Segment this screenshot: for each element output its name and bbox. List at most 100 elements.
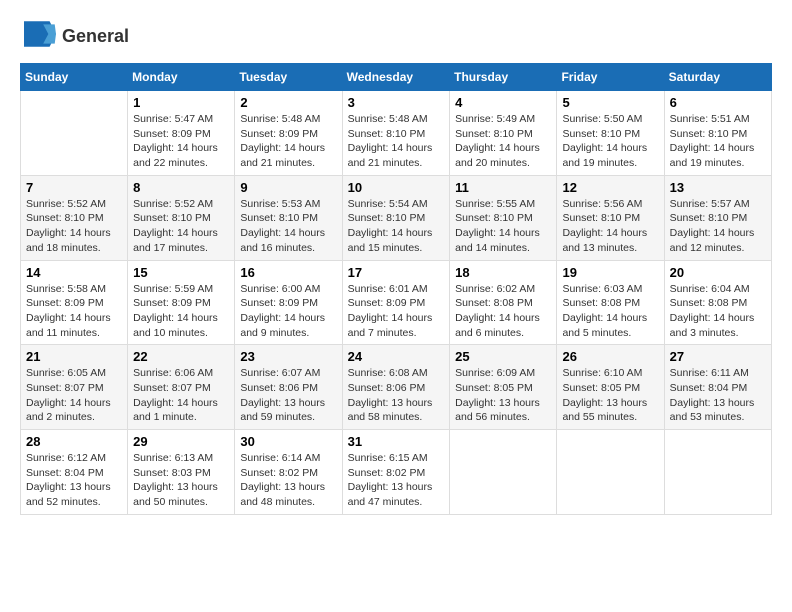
day-number: 1: [133, 95, 229, 110]
day-info: Sunrise: 6:14 AMSunset: 8:02 PMDaylight:…: [240, 451, 336, 510]
day-number: 26: [562, 349, 658, 364]
header-cell-monday: Monday: [128, 64, 235, 91]
day-number: 19: [562, 265, 658, 280]
day-info: Sunrise: 5:48 AMSunset: 8:09 PMDaylight:…: [240, 112, 336, 171]
day-cell: 20 Sunrise: 6:04 AMSunset: 8:08 PMDayligh…: [664, 260, 771, 345]
day-number: 29: [133, 434, 229, 449]
day-info: Sunrise: 5:50 AMSunset: 8:10 PMDaylight:…: [562, 112, 658, 171]
day-info: Sunrise: 5:49 AMSunset: 8:10 PMDaylight:…: [455, 112, 551, 171]
day-cell: 16 Sunrise: 6:00 AMSunset: 8:09 PMDayligh…: [235, 260, 342, 345]
day-cell: 7Sunrise: 5:52 AMSunset: 8:10 PMDaylight…: [21, 175, 128, 260]
day-cell: 17 Sunrise: 6:01 AMSunset: 8:09 PMDayligh…: [342, 260, 450, 345]
day-cell: 13 Sunrise: 5:57 AMSunset: 8:10 PMDayligh…: [664, 175, 771, 260]
day-cell: 23 Sunrise: 6:07 AMSunset: 8:06 PMDayligh…: [235, 345, 342, 430]
day-info: Sunrise: 5:54 AMSunset: 8:10 PMDaylight:…: [348, 197, 445, 256]
day-cell: 6 Sunrise: 5:51 AMSunset: 8:10 PMDaylight…: [664, 91, 771, 176]
day-number: 24: [348, 349, 445, 364]
day-info: Sunrise: 5:47 AMSunset: 8:09 PMDaylight:…: [133, 112, 229, 171]
day-number: 15: [133, 265, 229, 280]
page-header: General: [20, 20, 772, 53]
day-cell: 11Sunrise: 5:55 AMSunset: 8:10 PMDayligh…: [450, 175, 557, 260]
day-number: 23: [240, 349, 336, 364]
day-info: Sunrise: 6:00 AMSunset: 8:09 PMDaylight:…: [240, 282, 336, 341]
day-cell: 3 Sunrise: 5:48 AMSunset: 8:10 PMDaylight…: [342, 91, 450, 176]
day-info: Sunrise: 5:58 AMSunset: 8:09 PMDaylight:…: [26, 282, 122, 341]
day-number: 16: [240, 265, 336, 280]
day-info: Sunrise: 5:52 AMSunset: 8:10 PMDaylight:…: [133, 197, 229, 256]
day-cell: 22Sunrise: 6:06 AMSunset: 8:07 PMDayligh…: [128, 345, 235, 430]
day-cell: 30Sunrise: 6:14 AMSunset: 8:02 PMDayligh…: [235, 430, 342, 515]
day-number: 17: [348, 265, 445, 280]
day-cell: 4 Sunrise: 5:49 AMSunset: 8:10 PMDaylight…: [450, 91, 557, 176]
logo-text-line1: General: [62, 27, 129, 47]
calendar-header: SundayMondayTuesdayWednesdayThursdayFrid…: [21, 64, 772, 91]
day-cell: 18 Sunrise: 6:02 AMSunset: 8:08 PMDayligh…: [450, 260, 557, 345]
day-info: Sunrise: 6:07 AMSunset: 8:06 PMDaylight:…: [240, 366, 336, 425]
day-number: 8: [133, 180, 229, 195]
header-cell-wednesday: Wednesday: [342, 64, 450, 91]
day-info: Sunrise: 5:59 AMSunset: 8:09 PMDaylight:…: [133, 282, 229, 341]
day-number: 12: [562, 180, 658, 195]
day-cell: 26Sunrise: 6:10 AMSunset: 8:05 PMDayligh…: [557, 345, 664, 430]
day-number: 3: [348, 95, 445, 110]
day-info: Sunrise: 6:04 AMSunset: 8:08 PMDaylight:…: [670, 282, 766, 341]
day-cell: 2Sunrise: 5:48 AMSunset: 8:09 PMDaylight…: [235, 91, 342, 176]
week-row-3: 14 Sunrise: 5:58 AMSunset: 8:09 PMDayligh…: [21, 260, 772, 345]
day-cell: 15 Sunrise: 5:59 AMSunset: 8:09 PMDayligh…: [128, 260, 235, 345]
week-row-1: 1 Sunrise: 5:47 AMSunset: 8:09 PMDaylight…: [21, 91, 772, 176]
week-row-5: 28 Sunrise: 6:12 AMSunset: 8:04 PMDayligh…: [21, 430, 772, 515]
header-cell-friday: Friday: [557, 64, 664, 91]
day-info: Sunrise: 6:09 AMSunset: 8:05 PMDaylight:…: [455, 366, 551, 425]
day-info: Sunrise: 6:08 AMSunset: 8:06 PMDaylight:…: [348, 366, 445, 425]
day-number: 7: [26, 180, 122, 195]
logo-icon: [24, 20, 56, 48]
day-number: 13: [670, 180, 766, 195]
day-number: 5: [562, 95, 658, 110]
day-cell: 12Sunrise: 5:56 AMSunset: 8:10 PMDayligh…: [557, 175, 664, 260]
day-cell: 9 Sunrise: 5:53 AMSunset: 8:10 PMDaylight…: [235, 175, 342, 260]
day-cell: [450, 430, 557, 515]
day-info: Sunrise: 6:02 AMSunset: 8:08 PMDaylight:…: [455, 282, 551, 341]
day-cell: 24 Sunrise: 6:08 AMSunset: 8:06 PMDayligh…: [342, 345, 450, 430]
day-number: 10: [348, 180, 445, 195]
day-number: 14: [26, 265, 122, 280]
logo: General: [20, 20, 129, 53]
day-number: 9: [240, 180, 336, 195]
day-number: 27: [670, 349, 766, 364]
day-cell: 8 Sunrise: 5:52 AMSunset: 8:10 PMDaylight…: [128, 175, 235, 260]
day-number: 6: [670, 95, 766, 110]
header-row: SundayMondayTuesdayWednesdayThursdayFrid…: [21, 64, 772, 91]
day-info: Sunrise: 6:06 AMSunset: 8:07 PMDaylight:…: [133, 366, 229, 425]
day-cell: 1 Sunrise: 5:47 AMSunset: 8:09 PMDaylight…: [128, 91, 235, 176]
day-number: 31: [348, 434, 445, 449]
day-info: Sunrise: 5:51 AMSunset: 8:10 PMDaylight:…: [670, 112, 766, 171]
day-cell: 21Sunrise: 6:05 AMSunset: 8:07 PMDayligh…: [21, 345, 128, 430]
day-number: 4: [455, 95, 551, 110]
header-cell-saturday: Saturday: [664, 64, 771, 91]
day-cell: 5 Sunrise: 5:50 AMSunset: 8:10 PMDaylight…: [557, 91, 664, 176]
day-cell: [664, 430, 771, 515]
header-cell-thursday: Thursday: [450, 64, 557, 91]
day-info: Sunrise: 6:12 AMSunset: 8:04 PMDaylight:…: [26, 451, 122, 510]
day-number: 18: [455, 265, 551, 280]
day-info: Sunrise: 6:03 AMSunset: 8:08 PMDaylight:…: [562, 282, 658, 341]
day-info: Sunrise: 6:13 AMSunset: 8:03 PMDaylight:…: [133, 451, 229, 510]
day-cell: 25 Sunrise: 6:09 AMSunset: 8:05 PMDayligh…: [450, 345, 557, 430]
day-cell: 27Sunrise: 6:11 AMSunset: 8:04 PMDayligh…: [664, 345, 771, 430]
day-number: 21: [26, 349, 122, 364]
day-number: 28: [26, 434, 122, 449]
day-cell: 28 Sunrise: 6:12 AMSunset: 8:04 PMDayligh…: [21, 430, 128, 515]
day-number: 25: [455, 349, 551, 364]
day-info: Sunrise: 5:48 AMSunset: 8:10 PMDaylight:…: [348, 112, 445, 171]
day-info: Sunrise: 5:53 AMSunset: 8:10 PMDaylight:…: [240, 197, 336, 256]
day-cell: [21, 91, 128, 176]
day-cell: 31 Sunrise: 6:15 AMSunset: 8:02 PMDayligh…: [342, 430, 450, 515]
week-row-4: 21Sunrise: 6:05 AMSunset: 8:07 PMDayligh…: [21, 345, 772, 430]
day-number: 20: [670, 265, 766, 280]
header-cell-sunday: Sunday: [21, 64, 128, 91]
day-info: Sunrise: 6:01 AMSunset: 8:09 PMDaylight:…: [348, 282, 445, 341]
day-info: Sunrise: 5:57 AMSunset: 8:10 PMDaylight:…: [670, 197, 766, 256]
day-cell: 19 Sunrise: 6:03 AMSunset: 8:08 PMDayligh…: [557, 260, 664, 345]
day-info: Sunrise: 6:15 AMSunset: 8:02 PMDaylight:…: [348, 451, 445, 510]
day-info: Sunrise: 5:55 AMSunset: 8:10 PMDaylight:…: [455, 197, 551, 256]
